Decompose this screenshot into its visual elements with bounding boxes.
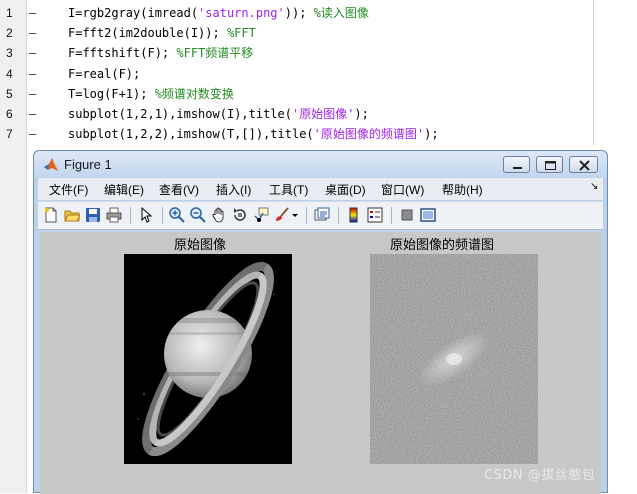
minimize-button[interactable] <box>503 156 530 173</box>
show-plot-tools-icon[interactable] <box>420 207 436 223</box>
code-text: F=fft2(im2double(I)); %FFT <box>68 23 256 43</box>
code-token: )); <box>284 6 314 20</box>
code-token: F=fft2(im2double(I)); <box>68 26 227 41</box>
code-text: I=rgb2gray(imread('saturn.png')); %读入图像 <box>68 3 369 23</box>
matlab-logo-icon <box>44 158 58 171</box>
code-token: ); <box>354 107 369 121</box>
code-line[interactable]: 2 – F=fft2(im2double(I)); %FFT <box>0 23 600 43</box>
breakpoint-marker[interactable]: – <box>29 124 36 144</box>
line-number: 4 <box>6 66 13 81</box>
code-comment: %频谱对数变换 <box>154 86 234 101</box>
maximize-button[interactable] <box>536 156 563 173</box>
menu-item[interactable]: 文件(F) <box>49 181 88 198</box>
code-token: F=real(F); <box>68 66 141 81</box>
breakpoint-marker[interactable]: – <box>29 3 36 23</box>
code-comment: %FFT <box>226 26 256 41</box>
open-folder-icon[interactable] <box>64 207 80 223</box>
breakpoint-marker[interactable]: – <box>29 84 36 104</box>
toolbar-separator <box>130 207 131 224</box>
code-text: subplot(1,2,1),imshow(I),title('原始图像'); <box>68 104 369 124</box>
breakpoint-marker[interactable]: – <box>29 43 36 63</box>
spectrum-image <box>370 254 538 464</box>
pan-hand-icon[interactable] <box>211 207 227 223</box>
menu-item[interactable]: 窗口(W) <box>381 181 424 198</box>
code-text: subplot(1,2,2),imshow(T,[]),title('原始图像的… <box>68 124 439 144</box>
code-token: subplot(1,2,2),imshow(T,[]),title( <box>68 127 314 142</box>
print-icon[interactable] <box>106 207 122 223</box>
close-button[interactable] <box>569 156 598 173</box>
menu-item[interactable]: 插入(I) <box>216 181 251 198</box>
code-text: F=fftshift(F); %FFT频谱平移 <box>68 43 253 63</box>
code-token: I=rgb2gray(imread( <box>68 6 199 20</box>
menu-item[interactable]: 查看(V) <box>159 181 199 198</box>
line-number: 7 <box>6 127 13 142</box>
menu-item[interactable]: 帮助(H) <box>442 181 483 198</box>
code-line[interactable]: 7 – subplot(1,2,2),imshow(T,[]),title('原始图… <box>0 124 600 144</box>
string-literal: '原始图像' <box>291 107 355 121</box>
code-token: F=fftshift(F); <box>68 46 177 61</box>
menu-bar: 文件(F) 编辑(E) 查看(V) 插入(I) 工具(T) 桌面(D) 窗口(W) 帮助(H)… <box>38 178 603 200</box>
code-text: F=real(F); <box>68 64 140 84</box>
save-icon[interactable] <box>85 207 101 223</box>
code-token: subplot(1,2,1),imshow(I),title( <box>68 107 292 121</box>
close-icon <box>579 160 590 171</box>
line-number: 3 <box>6 46 13 61</box>
maximize-icon <box>545 161 556 170</box>
figure-canvas[interactable]: 原始图像 原始图像的频谱图 <box>40 232 601 494</box>
code-comment: %读入图像 <box>313 6 369 20</box>
line-number: 2 <box>6 26 13 41</box>
figure-window[interactable]: Figure 1 文件(F) 编辑(E) 查看(V) 插入(I) 工具(T) 桌面(D) 窗… <box>33 150 608 494</box>
breakpoint-marker[interactable]: – <box>29 23 36 43</box>
menu-item[interactable]: 桌面(D) <box>325 181 366 198</box>
string-literal: 'saturn.png' <box>198 6 285 20</box>
saturn-image <box>124 254 292 464</box>
rotate-3d-icon[interactable] <box>232 207 248 223</box>
code-token: T=log(F+1); <box>68 86 155 101</box>
watermark-text: CSDN @拔丝憨包 <box>484 468 596 483</box>
toolbar-separator <box>162 207 163 224</box>
toolbar-separator <box>338 207 339 224</box>
menu-item[interactable]: 编辑(E) <box>104 181 144 198</box>
toolbar-separator <box>391 207 392 224</box>
line-number: 6 <box>6 107 13 121</box>
chevron-down-icon[interactable] <box>290 207 300 223</box>
line-number: 1 <box>6 6 13 20</box>
minimize-icon <box>513 167 522 169</box>
hide-plot-tools-icon[interactable] <box>399 207 415 223</box>
code-text: T=log(F+1); %频谱对数变换 <box>68 84 234 104</box>
toolbar-separator <box>306 207 307 224</box>
breakpoint-marker[interactable]: – <box>29 64 36 84</box>
zoom-out-icon[interactable] <box>190 207 206 223</box>
colorbar-icon[interactable] <box>346 207 362 223</box>
figure-titlebar[interactable]: Figure 1 <box>34 151 607 178</box>
axes-title-spectrum: 原始图像的频谱图 <box>390 238 495 253</box>
data-cursor-icon[interactable] <box>253 207 269 223</box>
code-comment: %FFT频谱平移 <box>176 46 254 61</box>
menu-item[interactable]: 工具(T) <box>269 181 308 198</box>
line-number: 5 <box>6 86 13 101</box>
breakpoint-marker[interactable]: – <box>29 104 36 124</box>
code-token: ); <box>424 127 439 142</box>
code-line[interactable]: 6 – subplot(1,2,1),imshow(I),title('原始图像')… <box>0 104 600 124</box>
code-line[interactable]: 1 – I=rgb2gray(imread('saturn.png')); %读入图… <box>0 3 600 23</box>
figure-toolbar <box>38 201 603 230</box>
axes-title-original: 原始图像 <box>174 238 227 253</box>
dock-arrow-icon[interactable]: ↘ <box>590 181 598 192</box>
code-line[interactable]: 4 – F=real(F); <box>0 64 600 84</box>
code-line[interactable]: 3 – F=fftshift(F); %FFT频谱平移 <box>0 43 600 63</box>
new-file-icon[interactable] <box>43 207 59 223</box>
code-line[interactable]: 5 – T=log(F+1); %频谱对数变换 <box>0 84 600 104</box>
zoom-in-icon[interactable] <box>169 207 185 223</box>
legend-icon[interactable] <box>367 207 383 223</box>
brush-icon[interactable] <box>274 207 290 223</box>
figure-title: Figure 1 <box>64 157 112 172</box>
pointer-icon[interactable] <box>138 207 154 223</box>
string-literal: '原始图像的频谱图' <box>313 127 425 142</box>
link-plot-icon[interactable] <box>314 207 330 223</box>
